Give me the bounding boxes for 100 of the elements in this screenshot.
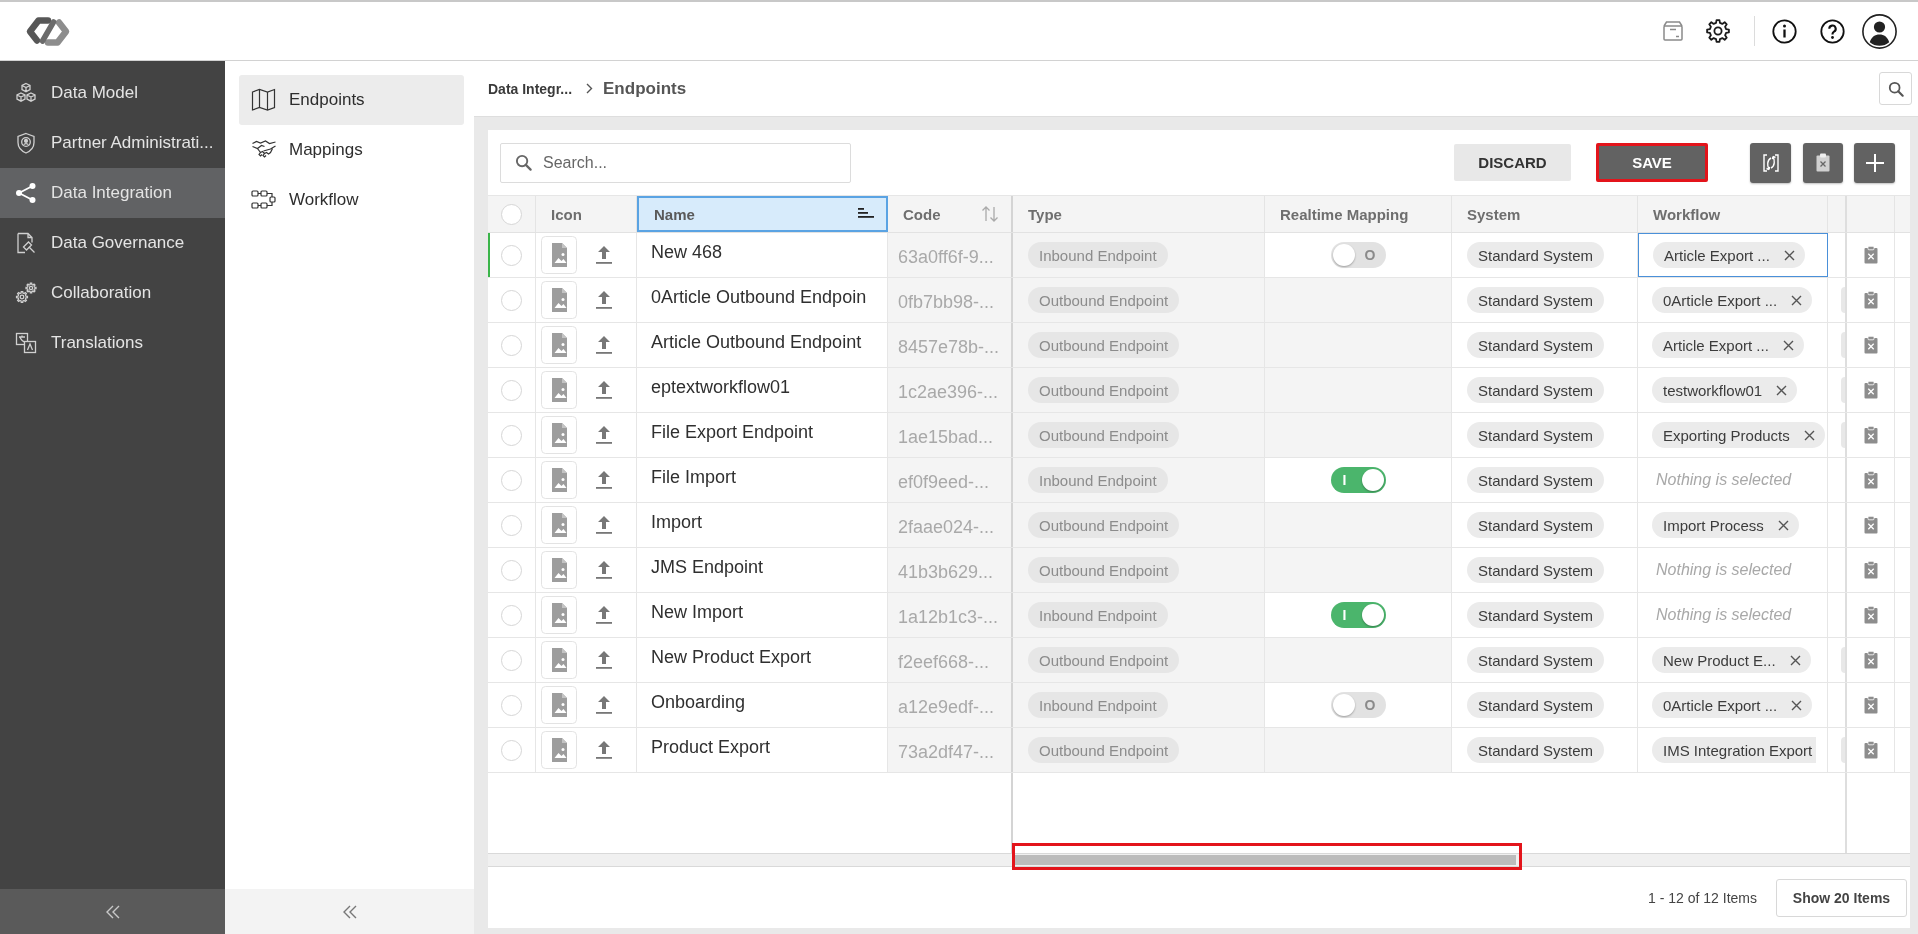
row-checkbox[interactable] — [501, 559, 522, 581]
remove-icon[interactable] — [1789, 654, 1801, 666]
file-image-icon[interactable] — [541, 551, 577, 589]
upload-icon[interactable] — [595, 425, 613, 445]
file-image-icon[interactable] — [541, 236, 577, 274]
file-image-icon[interactable] — [541, 596, 577, 634]
nav-item[interactable]: Partner Administrati... — [0, 118, 225, 168]
clipboard-x-icon[interactable] — [1863, 606, 1878, 624]
search-button[interactable] — [1879, 72, 1912, 105]
remove-icon[interactable] — [1791, 294, 1803, 306]
workflow-field[interactable]: 0Article Export ... — [1638, 683, 1828, 727]
file-image-icon[interactable] — [541, 416, 577, 454]
clipboard-x-icon[interactable] — [1863, 696, 1878, 714]
remove-icon[interactable] — [1803, 429, 1815, 441]
scrollbar-thumb[interactable] — [1015, 855, 1516, 865]
column-header[interactable]: System — [1452, 196, 1638, 232]
remove-icon[interactable] — [1791, 699, 1803, 711]
add-button[interactable] — [1854, 142, 1895, 183]
row-checkbox[interactable] — [501, 694, 522, 716]
nav-item[interactable]: Data Governance — [0, 218, 225, 268]
upload-icon[interactable] — [595, 650, 613, 670]
clipboard-x-icon[interactable] — [1863, 741, 1878, 759]
file-image-icon[interactable] — [541, 326, 577, 364]
upload-icon[interactable] — [595, 245, 613, 265]
delete-button[interactable] — [1803, 142, 1843, 183]
row-checkbox[interactable] — [501, 424, 522, 446]
column-header[interactable]: Type — [1013, 196, 1265, 232]
breadcrumb-link[interactable]: Data Integr... — [488, 80, 573, 97]
file-image-icon[interactable] — [541, 686, 577, 724]
search-field[interactable]: Search... — [500, 142, 851, 183]
row-checkbox[interactable] — [501, 604, 522, 626]
workflow-field[interactable]: IMS Integration Export — [1638, 728, 1828, 772]
clipboard-x-icon[interactable] — [1863, 246, 1878, 264]
workflow-field[interactable]: New Product E... — [1638, 638, 1828, 682]
clipboard-x-icon[interactable] — [1863, 651, 1878, 669]
workflow-field[interactable]: Import Process — [1638, 503, 1828, 547]
row-checkbox[interactable] — [501, 469, 522, 491]
file-image-icon[interactable] — [541, 461, 577, 499]
box-icon[interactable] — [1662, 20, 1684, 42]
upload-icon[interactable] — [595, 470, 613, 490]
file-image-icon[interactable] — [541, 641, 577, 679]
row-checkbox[interactable] — [501, 739, 522, 761]
nav-item[interactable]: Data Integration — [0, 168, 225, 218]
refresh-button[interactable] — [1750, 142, 1791, 183]
discard-button[interactable]: DISCARD — [1454, 144, 1571, 181]
subnav-item[interactable]: Endpoints — [239, 75, 464, 125]
workflow-field[interactable]: Exporting Products — [1638, 413, 1828, 457]
row-checkbox[interactable] — [501, 289, 522, 311]
upload-icon[interactable] — [595, 605, 613, 625]
remove-icon[interactable] — [1783, 249, 1795, 261]
remove-icon[interactable] — [1782, 339, 1794, 351]
row-checkbox[interactable] — [501, 514, 522, 536]
row-checkbox[interactable] — [501, 244, 522, 266]
upload-icon[interactable] — [595, 515, 613, 535]
row-checkbox[interactable] — [501, 379, 522, 401]
file-image-icon[interactable] — [541, 731, 577, 769]
nav-item[interactable]: Data Model — [0, 68, 225, 118]
upload-icon[interactable] — [595, 560, 613, 580]
file-image-icon[interactable] — [541, 371, 577, 409]
workflow-field[interactable]: 0Article Export ... — [1638, 278, 1828, 322]
clipboard-x-icon[interactable] — [1863, 471, 1878, 489]
upload-icon[interactable] — [595, 740, 613, 760]
clipboard-x-icon[interactable] — [1863, 291, 1878, 309]
avatar-icon[interactable] — [1862, 13, 1897, 49]
file-image-icon[interactable] — [541, 281, 577, 319]
info-icon[interactable] — [1772, 18, 1797, 44]
workflow-field[interactable]: Article Export ... — [1638, 233, 1828, 277]
column-header[interactable]: Name — [637, 196, 888, 232]
system-tag: Standard System — [1467, 737, 1605, 763]
row-checkbox[interactable] — [501, 649, 522, 671]
clipboard-x-icon[interactable] — [1863, 426, 1878, 444]
clipboard-x-icon[interactable] — [1863, 381, 1878, 399]
row-checkbox[interactable] — [501, 334, 522, 356]
clipboard-x-icon[interactable] — [1863, 516, 1878, 534]
save-button[interactable]: SAVE — [1596, 143, 1708, 182]
remove-icon[interactable] — [1776, 384, 1788, 396]
upload-icon[interactable] — [595, 290, 613, 310]
settings-icon[interactable] — [1706, 19, 1730, 43]
select-all-checkbox[interactable] — [501, 203, 522, 225]
file-image-icon[interactable] — [541, 506, 577, 544]
subnav-item[interactable]: Mappings — [239, 125, 464, 175]
remove-icon[interactable] — [1777, 519, 1789, 531]
upload-icon[interactable] — [595, 335, 613, 355]
nav-item[interactable]: Translations — [0, 318, 225, 368]
workflow-field[interactable]: Article Export ... — [1638, 323, 1828, 367]
clipboard-x-icon[interactable] — [1863, 336, 1878, 354]
sort-descending-icon[interactable] — [858, 208, 874, 220]
app-logo[interactable] — [25, 15, 71, 47]
horizontal-scrollbar[interactable] — [488, 853, 1910, 867]
upload-icon[interactable] — [595, 695, 613, 715]
nav-item[interactable]: Collaboration — [0, 268, 225, 318]
help-icon[interactable] — [1820, 18, 1845, 44]
workflow-field[interactable]: testworkflow01 — [1638, 368, 1828, 412]
clipboard-x-icon[interactable] — [1863, 561, 1878, 579]
column-header[interactable]: Workflow — [1638, 196, 1828, 232]
subnav-item[interactable]: Workflow — [239, 175, 464, 225]
column-header[interactable]: Realtime Mapping — [1265, 196, 1452, 232]
sort-arrows-icon[interactable] — [981, 206, 999, 222]
page-size-button[interactable]: Show 20 Items — [1776, 878, 1907, 917]
upload-icon[interactable] — [595, 380, 613, 400]
